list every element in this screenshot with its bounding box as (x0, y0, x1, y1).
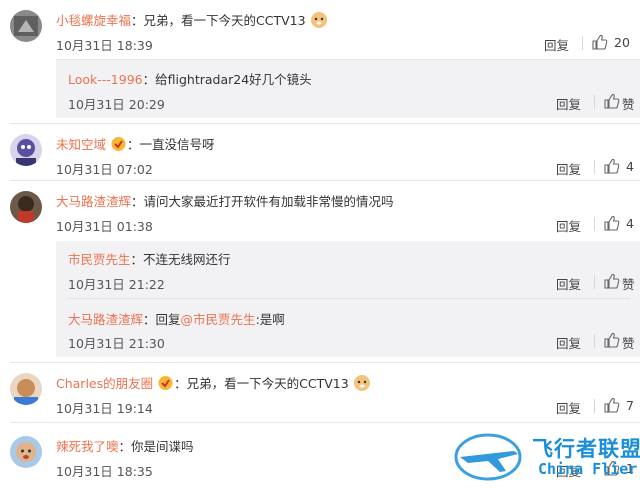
doge-emoji-icon (353, 375, 370, 391)
separator: ： (131, 194, 144, 209)
avatar[interactable] (10, 134, 42, 166)
commenter-name[interactable]: Look---1996 (68, 72, 143, 87)
comment-time: 10月31日 21:22 (68, 277, 165, 292)
divider (594, 95, 595, 109)
commenter-name[interactable]: 大马路渣渣辉 (56, 194, 131, 209)
comment-time: 10月31日 18:35 (56, 464, 153, 479)
like-button-label[interactable]: 赞 (622, 94, 635, 113)
commenter-name[interactable]: 大马路渣渣辉 (68, 312, 143, 327)
avatar[interactable] (10, 191, 42, 223)
separator: ： (130, 252, 144, 267)
divider (594, 334, 595, 348)
reply-button[interactable]: 回复 (556, 274, 581, 293)
thumbs-up-icon[interactable] (603, 215, 620, 232)
commenter-name[interactable]: 辣死我了噢 (56, 439, 119, 454)
separator: ： (174, 376, 187, 391)
thumbs-up-icon[interactable] (603, 397, 620, 414)
separator: ： (143, 312, 156, 327)
thumbs-up-icon[interactable] (603, 273, 620, 290)
separator: ： (118, 439, 132, 454)
comment: 小毯螺旋幸福：兄弟，看一下今天的CCTV13 10月31日 18:39 回复 2… (0, 0, 640, 60)
thumbs-up-icon[interactable] (603, 332, 620, 349)
comment-text: 兄弟，看一下今天的CCTV13 (143, 13, 306, 28)
thumbs-up-icon[interactable] (591, 34, 608, 51)
comment-text: 回复 (155, 312, 181, 327)
comment-text: 兄弟，看一下今天的CCTV13 (186, 376, 349, 391)
comment-text: :是啊 (255, 312, 285, 327)
mention-link[interactable]: @市民贾先生 (181, 312, 256, 327)
thumbs-up-icon[interactable] (603, 93, 620, 110)
reply-thread: 市民贾先生：不连无线网还行 10月31日 21:22 回复 赞 大马路渣渣辉：回… (56, 241, 640, 357)
divider (68, 298, 630, 299)
commenter-name[interactable]: 未知空域 (56, 137, 106, 152)
comment-time: 10月31日 19:14 (56, 401, 153, 416)
comment-time: 10月31日 21:30 (68, 336, 165, 351)
reply-button[interactable]: 回复 (556, 398, 581, 417)
avatar[interactable] (10, 10, 42, 42)
reply-button[interactable]: 回复 (556, 94, 581, 113)
avatar[interactable] (10, 373, 42, 405)
comment: 大马路渣渣辉：请问大家最近打开软件有加载非常慢的情况吗 10月31日 01:38… (0, 181, 640, 241)
doge-emoji-icon (310, 12, 327, 28)
reply-button[interactable]: 回复 (556, 333, 581, 352)
comment: Charles的朋友圈 ：兄弟，看一下今天的CCTV13 10月31日 19:1… (0, 363, 640, 423)
watermark-title: 飞行者联盟 (532, 437, 640, 461)
like-button-label[interactable]: 赞 (622, 274, 635, 293)
watermark-subtitle: China Flier (538, 460, 638, 478)
fan-badge-icon (111, 137, 126, 151)
comment-time: 10月31日 01:38 (56, 219, 153, 234)
divider (594, 275, 595, 289)
commenter-name[interactable]: 小毯螺旋幸福 (56, 13, 131, 28)
comment-time: 10月31日 07:02 (56, 162, 153, 177)
divider (582, 36, 583, 50)
reply-button[interactable]: 回复 (556, 159, 581, 178)
comment-time: 10月31日 20:29 (68, 97, 165, 112)
comment: 未知空域 ：一直没信号呀 10月31日 07:02 回复 4 (0, 124, 640, 181)
commenter-name[interactable]: Charles的朋友圈 (56, 376, 153, 391)
divider (594, 217, 595, 231)
like-button-label[interactable]: 赞 (622, 333, 635, 352)
comment-text: 请问大家最近打开软件有加载非常慢的情况吗 (143, 194, 394, 209)
separator: ： (127, 137, 140, 152)
reply-button[interactable]: 回复 (556, 216, 581, 235)
reply-button[interactable]: 回复 (544, 35, 569, 54)
divider (10, 422, 640, 423)
avatar[interactable] (10, 436, 42, 468)
comment-text: 不连无线网还行 (143, 252, 231, 267)
like-count[interactable]: 4 (626, 159, 634, 174)
separator: ： (142, 72, 156, 87)
comment-time: 10月31日 18:39 (56, 38, 153, 53)
thumbs-up-icon[interactable] (603, 158, 620, 175)
fan-badge-icon (158, 376, 173, 390)
like-count[interactable]: 20 (614, 35, 630, 50)
like-count[interactable]: 7 (626, 398, 634, 413)
comment-text: 给flightradar24好几个镜头 (155, 72, 312, 87)
comment-text: 一直没信号呀 (139, 137, 215, 152)
divider (594, 399, 595, 413)
commenter-name[interactable]: 市民贾先生 (68, 252, 131, 267)
separator: ： (131, 13, 144, 28)
like-count[interactable]: 4 (626, 216, 634, 231)
reply-thread: Look---1996：给flightradar24好几个镜头 10月31日 2… (56, 60, 640, 118)
divider (594, 160, 595, 174)
watermark: 飞行者联盟 China Flier (448, 425, 640, 488)
comment-text: 你是间谍吗 (131, 439, 194, 454)
